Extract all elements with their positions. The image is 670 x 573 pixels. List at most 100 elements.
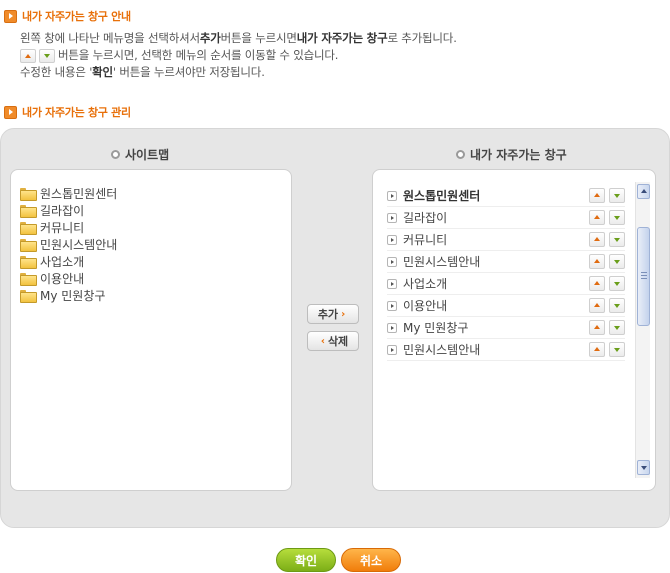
- chevron-left-icon: ‹: [320, 335, 325, 347]
- bullet-icon: [456, 150, 465, 159]
- sitemap-item-label: 커뮤니티: [40, 221, 85, 235]
- favorite-item-label: 커뮤니티: [403, 233, 448, 247]
- expand-icon: [387, 256, 397, 267]
- favorite-item-label: My 민원창구: [403, 321, 469, 335]
- favorite-item-label: 사업소개: [403, 277, 448, 291]
- sitemap-item-label: 이용안내: [40, 272, 85, 286]
- grip-icon: [641, 272, 647, 279]
- favorite-item[interactable]: My 민원창구: [387, 317, 625, 339]
- favorite-item-label: 이용안내: [403, 299, 448, 313]
- sitemap-item[interactable]: 민원시스템안내: [20, 236, 117, 253]
- sitemap-item[interactable]: 이용안내: [20, 270, 117, 287]
- folder-icon: [20, 239, 37, 252]
- favorite-item-label: 민원시스템안내: [403, 343, 481, 357]
- sitemap-item-label: 민원시스템안내: [40, 238, 118, 252]
- move-up-button[interactable]: [589, 232, 605, 247]
- down-arrow-icon: [39, 48, 55, 63]
- favorites-scrollbar[interactable]: [635, 182, 650, 478]
- guide-title-text: 내가 자주가는 창구 안내: [22, 10, 131, 23]
- expand-icon: [387, 234, 397, 245]
- folder-icon: [20, 273, 37, 286]
- sitemap-item-label: 원스톱민원센터: [40, 187, 118, 201]
- remove-button[interactable]: ‹ 삭제: [307, 331, 359, 351]
- move-down-button[interactable]: [609, 254, 625, 269]
- move-down-button[interactable]: [609, 298, 625, 313]
- bullet-icon: [111, 150, 120, 159]
- add-button-label: 추가: [317, 308, 339, 321]
- guide-line-1: 왼쪽 창에 나타난 메뉴명을 선택하셔서 추가 버튼을 누르시면 내가 자주가는…: [20, 30, 457, 47]
- remove-button-label: 삭제: [327, 335, 349, 348]
- favorites-box: 원스톱민원센터 길라잡이 커뮤니티 민원시스템안내 사업소개 이용안내 My 민…: [372, 169, 656, 491]
- sitemap-item[interactable]: 사업소개: [20, 253, 117, 270]
- move-up-button[interactable]: [589, 254, 605, 269]
- sitemap-item-label: 사업소개: [40, 255, 85, 269]
- move-up-button[interactable]: [589, 342, 605, 357]
- cancel-button-label: 취소: [359, 553, 383, 568]
- guide-text: 왼쪽 창에 나타난 메뉴명을 선택하셔서 추가 버튼을 누르시면 내가 자주가는…: [20, 30, 457, 81]
- sitemap-item[interactable]: 커뮤니티: [20, 219, 117, 236]
- guide-line-1-b: 버튼을 누르시면: [220, 31, 297, 45]
- favorite-item-label: 민원시스템안내: [403, 255, 481, 269]
- sitemap-tree: 원스톱민원센터 길라잡이 커뮤니티 민원시스템안내 사업소개 이용안내 My 민…: [20, 185, 117, 304]
- move-up-button[interactable]: [589, 188, 605, 203]
- favorite-item[interactable]: 원스톱민원센터: [387, 185, 625, 207]
- move-down-button[interactable]: [609, 188, 625, 203]
- sitemap-item-label: 길라잡이: [40, 204, 85, 218]
- folder-icon: [20, 290, 37, 303]
- expand-icon: [387, 344, 397, 355]
- favorite-item[interactable]: 민원시스템안내: [387, 339, 625, 361]
- folder-icon: [20, 205, 37, 218]
- favorite-item[interactable]: 커뮤니티: [387, 229, 625, 251]
- folder-icon: [20, 222, 37, 235]
- favorite-item[interactable]: 길라잡이: [387, 207, 625, 229]
- guide-line-1-c: 로 추가됩니다.: [387, 31, 457, 45]
- sitemap-header: 사이트맵: [111, 146, 169, 163]
- move-up-button[interactable]: [589, 210, 605, 225]
- expand-icon: [387, 300, 397, 311]
- guide-line-1-bold-fav: 내가 자주가는 창구: [296, 31, 388, 45]
- favorite-item[interactable]: 사업소개: [387, 273, 625, 295]
- move-down-button[interactable]: [609, 342, 625, 357]
- sitemap-item-label: My 민원창구: [40, 289, 106, 303]
- guide-section-title: 내가 자주가는 창구 안내: [4, 9, 131, 23]
- expand-icon: [387, 212, 397, 223]
- sitemap-item[interactable]: 원스톱민원센터: [20, 185, 117, 202]
- move-down-button[interactable]: [609, 232, 625, 247]
- expand-icon: [387, 278, 397, 289]
- confirm-button-label: 확인: [294, 553, 318, 568]
- favorites-header: 내가 자주가는 창구: [456, 146, 567, 163]
- favorites-header-text: 내가 자주가는 창구: [470, 148, 567, 162]
- favorite-item[interactable]: 민원시스템안내: [387, 251, 625, 273]
- cancel-button[interactable]: 취소: [341, 548, 401, 572]
- up-arrow-icon: [20, 48, 36, 63]
- guide-line-3-b: ' 버튼을 누르셔야만 저장됩니다.: [112, 65, 265, 79]
- move-up-button[interactable]: [589, 276, 605, 291]
- sitemap-item[interactable]: My 민원창구: [20, 287, 117, 304]
- arrow-box-icon: [4, 105, 17, 119]
- guide-line-3-a: 수정한 내용은 ': [20, 65, 93, 79]
- sitemap-box: 원스톱민원센터 길라잡이 커뮤니티 민원시스템안내 사업소개 이용안내 My 민…: [10, 169, 292, 491]
- guide-line-3: 수정한 내용은 ' 확인 ' 버튼을 누르셔야만 저장됩니다.: [20, 64, 457, 81]
- manage-title-text: 내가 자주가는 창구 관리: [22, 106, 131, 119]
- move-down-button[interactable]: [609, 276, 625, 291]
- favorite-item-label: 원스톱민원센터: [403, 189, 481, 203]
- move-down-button[interactable]: [609, 210, 625, 225]
- sitemap-header-text: 사이트맵: [125, 148, 170, 162]
- move-up-button[interactable]: [589, 298, 605, 313]
- chevron-right-icon: ›: [341, 308, 346, 320]
- add-button[interactable]: 추가 ›: [307, 304, 359, 324]
- scroll-up-button[interactable]: [637, 184, 650, 199]
- scroll-down-button[interactable]: [637, 460, 650, 475]
- guide-line-1-a: 왼쪽 창에 나타난 메뉴명을 선택하셔서: [20, 31, 200, 45]
- favorite-item-label: 길라잡이: [403, 211, 448, 225]
- move-down-button[interactable]: [609, 320, 625, 335]
- manage-section-title: 내가 자주가는 창구 관리: [4, 105, 131, 119]
- move-up-button[interactable]: [589, 320, 605, 335]
- arrow-box-icon: [4, 9, 17, 23]
- favorite-item[interactable]: 이용안내: [387, 295, 625, 317]
- confirm-button[interactable]: 확인: [276, 548, 336, 572]
- sitemap-item[interactable]: 길라잡이: [20, 202, 117, 219]
- scroll-thumb[interactable]: [637, 227, 650, 326]
- guide-line-3-bold: 확인: [92, 65, 113, 79]
- guide-line-1-bold-add: 추가: [199, 31, 221, 45]
